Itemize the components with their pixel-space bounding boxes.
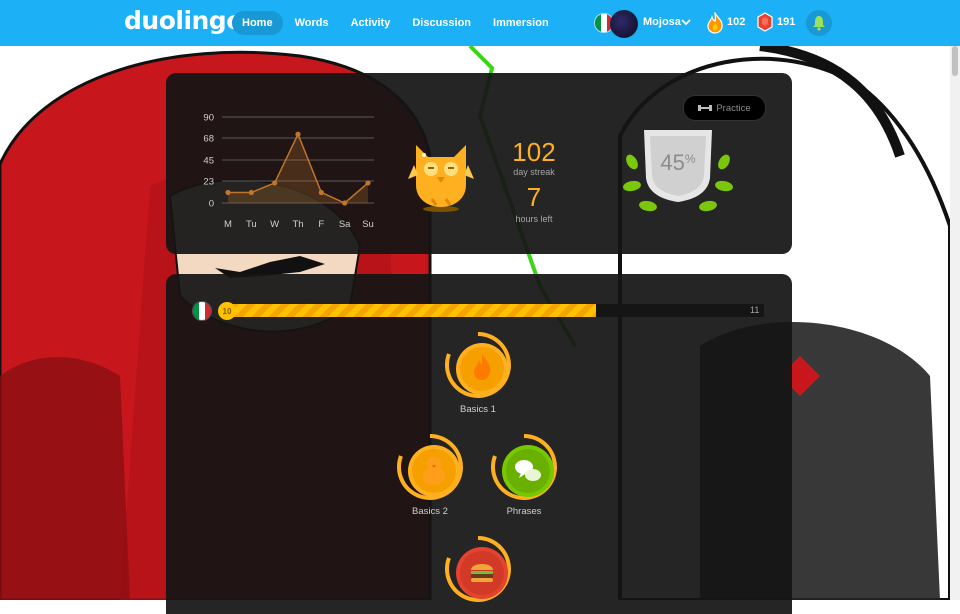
level-progress-bar bbox=[222, 304, 764, 317]
duolingo-logo[interactable]: duolingo bbox=[124, 6, 243, 35]
practice-button[interactable]: Practice bbox=[683, 95, 766, 121]
skill-food[interactable] bbox=[438, 536, 518, 602]
data-point bbox=[248, 189, 254, 196]
current-level-badge: 10 bbox=[218, 302, 236, 320]
streak-number: 102 bbox=[512, 137, 556, 167]
main-nav: Home Words Activity Discussion Immersion bbox=[232, 11, 559, 35]
crown-percent: 45% bbox=[660, 150, 696, 175]
practice-label: Practice bbox=[716, 102, 751, 114]
skill-label: Basics 2 bbox=[412, 506, 448, 517]
skill-label: Phrases bbox=[506, 506, 542, 517]
x-tick-label: Su bbox=[362, 219, 374, 230]
y-tick-label: 23 bbox=[203, 177, 214, 188]
weekly-xp-chart: 0 23 45 68 90 M Tu W Th F Sa Su bbox=[203, 113, 374, 230]
dumbbell-icon bbox=[698, 105, 713, 111]
username[interactable]: Mojosa bbox=[643, 16, 681, 28]
italian-flag-icon bbox=[192, 301, 212, 321]
y-tick-label: 68 bbox=[203, 134, 214, 145]
avatar[interactable] bbox=[610, 10, 638, 38]
gem-icon[interactable] bbox=[757, 12, 773, 32]
y-tick-label: 0 bbox=[209, 199, 214, 210]
nav-home[interactable]: Home bbox=[232, 11, 283, 35]
x-tick-label: Sa bbox=[339, 219, 351, 230]
skill-label: Basics 1 bbox=[460, 404, 496, 415]
x-tick-label: F bbox=[318, 219, 324, 230]
hours-left-number: 7 bbox=[526, 182, 542, 212]
top-navigation-bar: duolingo Home Words Activity Discussion … bbox=[0, 0, 960, 46]
speech-bubbles-icon bbox=[491, 434, 557, 500]
skill-basics-2[interactable]: Basics 2 bbox=[390, 434, 470, 517]
gems-count: 191 bbox=[777, 16, 796, 28]
streak-panel: 0 23 45 68 90 M Tu W Th F Sa Su 102 day streak 7 ho… bbox=[166, 73, 792, 254]
x-tick-label: W bbox=[270, 219, 279, 230]
x-tick-label: Th bbox=[292, 219, 303, 230]
data-point bbox=[225, 189, 231, 196]
nav-immersion[interactable]: Immersion bbox=[483, 11, 559, 35]
streak-count: 102 bbox=[727, 16, 746, 28]
burger-icon bbox=[445, 536, 511, 602]
next-level-label: 11 bbox=[750, 305, 760, 315]
data-point bbox=[272, 180, 278, 186]
data-point bbox=[342, 200, 348, 206]
skill-tree-panel: 10 11 Basics 1 Basics 2 Phrases bbox=[166, 274, 792, 614]
streak-label: day streak bbox=[513, 167, 555, 177]
x-tick-label: M bbox=[224, 219, 232, 230]
chevron-down-icon[interactable] bbox=[680, 13, 692, 33]
data-point bbox=[295, 131, 301, 137]
skill-basics-1[interactable]: Basics 1 bbox=[438, 332, 518, 415]
flame-icon bbox=[445, 332, 511, 398]
x-tick-label: Tu bbox=[246, 219, 257, 230]
hours-left-label: hours left bbox=[515, 214, 553, 224]
nav-activity[interactable]: Activity bbox=[341, 11, 401, 35]
nav-discussion[interactable]: Discussion bbox=[402, 11, 481, 35]
level-progress-fill bbox=[222, 304, 596, 317]
chick-icon bbox=[397, 434, 463, 500]
y-tick-label: 90 bbox=[203, 113, 214, 124]
y-tick-label: 45 bbox=[203, 156, 214, 167]
bell-icon bbox=[813, 16, 825, 31]
notifications-button[interactable] bbox=[806, 10, 832, 36]
owl-mascot-icon bbox=[408, 145, 474, 212]
nav-words[interactable]: Words bbox=[285, 11, 339, 35]
flame-icon[interactable] bbox=[706, 12, 724, 34]
skill-phrases[interactable]: Phrases bbox=[484, 434, 564, 517]
data-point bbox=[318, 189, 324, 196]
data-point bbox=[365, 180, 371, 186]
